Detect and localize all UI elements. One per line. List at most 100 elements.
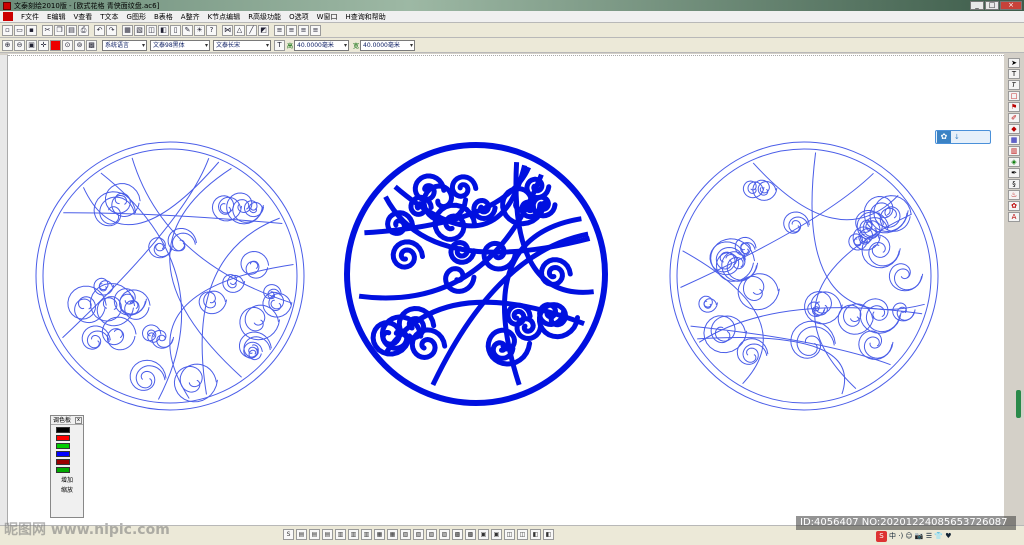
distribute-9-icon[interactable]: ▣ [478, 529, 489, 540]
align-1-icon[interactable]: ▤ [296, 529, 307, 540]
pen-icon[interactable]: ✒ [1008, 168, 1020, 178]
node-icon[interactable]: ◈ [1008, 157, 1020, 167]
italic-text-icon[interactable]: 𝑇 [1008, 80, 1020, 90]
distribute-11-icon[interactable]: ◫ [504, 529, 515, 540]
text-icon[interactable]: T [1008, 69, 1020, 79]
palette-close-button[interactable]: x [75, 417, 82, 424]
distribute-3-icon[interactable]: ▧ [400, 529, 411, 540]
font-size-icon[interactable]: A [1008, 212, 1020, 222]
mirror-icon[interactable]: ⋈ [222, 24, 233, 36]
distribute-12-icon[interactable]: ◫ [517, 529, 528, 540]
color-swatch[interactable] [56, 467, 70, 473]
move-icon[interactable]: ✛ [38, 39, 49, 51]
palette-icon[interactable]: ▥ [1008, 146, 1020, 156]
outlined-pattern-left[interactable] [35, 141, 305, 411]
distribute-4-icon[interactable]: ▧ [413, 529, 424, 540]
zoom-area-icon[interactable]: ⊚ [74, 39, 85, 51]
menu-node-edit[interactable]: K节点编辑 [204, 12, 245, 22]
menu-table[interactable]: B表格 [150, 12, 177, 22]
ungroup-icon[interactable]: ▧ [134, 24, 145, 36]
triangle-icon[interactable]: △ [234, 24, 245, 36]
color-swatch[interactable] [56, 451, 70, 457]
maximize-button[interactable]: □ [985, 1, 999, 10]
distribute-8-icon[interactable]: ▩ [465, 529, 476, 540]
color-swatch[interactable] [56, 435, 70, 441]
menu-view[interactable]: V查看 [69, 12, 96, 22]
copy-icon[interactable]: ❐ [54, 24, 65, 36]
shape-icon[interactable]: ◆ [1008, 124, 1020, 134]
floating-panel[interactable]: ✿ ↓ [935, 130, 991, 144]
menu-help[interactable]: H查询和帮助 [342, 12, 390, 22]
menu-advanced[interactable]: R高级功能 [244, 12, 285, 22]
rectangle-icon[interactable]: □ [1008, 91, 1020, 101]
palette-add-button[interactable]: 增加 [51, 475, 83, 484]
diagonal-icon[interactable]: ◩ [258, 24, 269, 36]
bulb-icon[interactable]: ☀ [194, 24, 205, 36]
distribute-1-icon[interactable]: ▦ [374, 529, 385, 540]
undo-icon[interactable]: ↶ [94, 24, 105, 36]
distribute-7-icon[interactable]: ▩ [452, 529, 463, 540]
distribute-13-icon[interactable]: ◧ [530, 529, 541, 540]
outlined-pattern-right[interactable] [669, 141, 939, 411]
align-2-icon[interactable]: ▤ [309, 529, 320, 540]
distribute-14-icon[interactable]: ◧ [543, 529, 554, 540]
align-5-icon[interactable]: ▥ [348, 529, 359, 540]
arrow-down-icon[interactable]: ↓ [954, 133, 960, 141]
distribute-6-icon[interactable]: ▨ [439, 529, 450, 540]
language-select[interactable]: 系统语言 [102, 39, 147, 51]
vector-icon[interactable]: ⚑ [1008, 102, 1020, 112]
font-style-select[interactable]: 文泰长宋 [213, 39, 271, 51]
symbol-icon[interactable]: § [1008, 179, 1020, 189]
select-page-icon[interactable]: ▣ [26, 39, 37, 51]
menu-graphics[interactable]: G图形 [123, 12, 150, 22]
minimize-button[interactable]: _ [970, 1, 984, 10]
paint-icon[interactable]: ♨ [1008, 190, 1020, 200]
distribute-2-icon[interactable]: ▦ [387, 529, 398, 540]
brush-icon[interactable]: ✎ [182, 24, 193, 36]
cut-icon[interactable]: ✂ [42, 24, 53, 36]
query-icon[interactable]: ? [206, 24, 217, 36]
align-center-icon[interactable]: ≡ [286, 24, 297, 36]
text-tool-icon[interactable]: T [274, 39, 285, 51]
group-icon[interactable]: ▦ [122, 24, 133, 36]
save-icon[interactable]: ▪ [26, 24, 37, 36]
paste-icon[interactable]: ▤ [66, 24, 77, 36]
align-3-icon[interactable]: ▤ [322, 529, 333, 540]
combine-icon[interactable]: ◫ [146, 24, 157, 36]
draw-icon[interactable]: ✐ [1008, 113, 1020, 123]
break-icon[interactable]: ◧ [158, 24, 169, 36]
pointer-icon[interactable]: ➤ [1008, 58, 1020, 68]
align-right-icon[interactable]: ≡ [298, 24, 309, 36]
zoom-in-icon[interactable]: ⊕ [2, 39, 13, 51]
s-tool-icon[interactable]: S [283, 529, 294, 540]
height-input[interactable]: 40.0000毫米 [294, 39, 350, 51]
align-6-icon[interactable]: ▥ [361, 529, 372, 540]
slash-icon[interactable]: ╱ [246, 24, 257, 36]
layer-icon[interactable]: ▩ [86, 39, 97, 51]
palette-bottom-button[interactable]: 缩放 [51, 485, 83, 494]
new-icon[interactable]: ▫ [2, 24, 13, 36]
menu-edit[interactable]: E编辑 [43, 12, 69, 22]
zoom-fit-icon[interactable]: ⊙ [62, 39, 73, 51]
print-icon[interactable]: ⎙ [78, 24, 89, 36]
menu-arrange[interactable]: A整齐 [177, 12, 204, 22]
zoom-out-icon[interactable]: ⊖ [14, 39, 25, 51]
width-input[interactable]: 40.0000毫米 [360, 39, 416, 51]
color-swatch[interactable] [56, 459, 70, 465]
align-left-icon[interactable]: ≡ [274, 24, 285, 36]
menu-file[interactable]: F文件 [17, 12, 43, 22]
scrollbar-thumb[interactable] [1016, 390, 1021, 418]
close-button[interactable]: × [1000, 1, 1022, 10]
menu-window[interactable]: W窗口 [313, 12, 342, 22]
distribute-5-icon[interactable]: ▨ [426, 529, 437, 540]
font-select[interactable]: 文泰98黑体 [150, 39, 210, 51]
table-icon[interactable]: ▦ [1008, 135, 1020, 145]
redo-icon[interactable]: ↷ [106, 24, 117, 36]
filled-pattern-center[interactable] [344, 142, 608, 406]
color-swatch[interactable] [56, 443, 70, 449]
drawing-canvas[interactable] [8, 55, 1004, 525]
open-icon[interactable]: ▭ [14, 24, 25, 36]
align-justify-icon[interactable]: ≡ [310, 24, 321, 36]
color-swatch[interactable] [56, 427, 70, 433]
stamp-icon[interactable]: ✿ [1008, 201, 1020, 211]
